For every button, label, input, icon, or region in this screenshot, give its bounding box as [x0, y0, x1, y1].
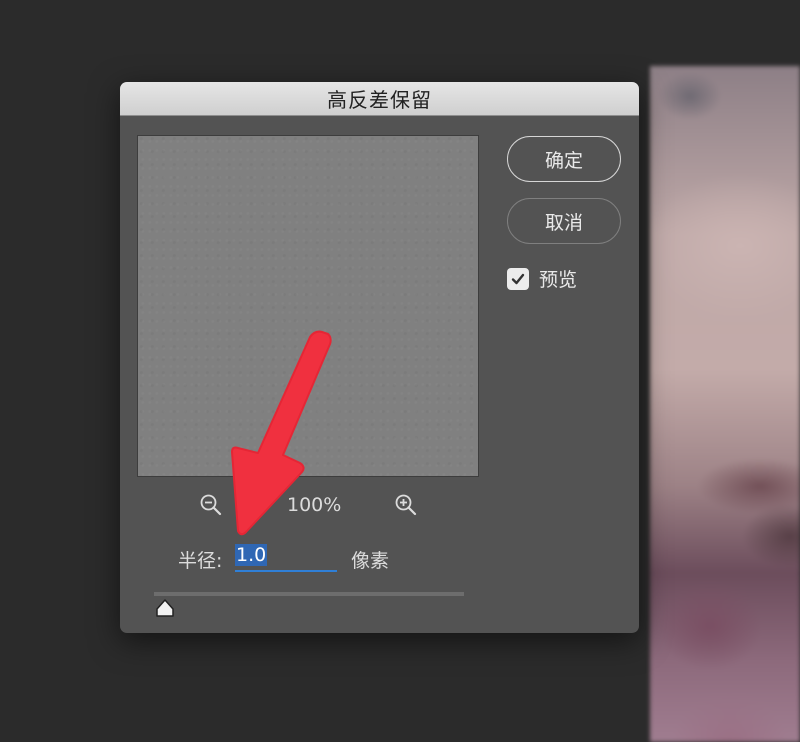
checkmark-icon: [511, 273, 525, 284]
radius-input[interactable]: 1.0: [235, 544, 337, 572]
radius-label: 半径:: [178, 550, 223, 572]
radius-value: 1.0: [235, 544, 268, 566]
zoom-out-icon[interactable]: [199, 493, 223, 517]
zoom-in-icon[interactable]: [394, 493, 418, 517]
radius-slider-thumb[interactable]: [154, 598, 176, 618]
preview-checkbox[interactable]: [507, 267, 529, 290]
high-pass-dialog: 高反差保留 100% 半径: 1.0 像素 确定 取消 预览: [120, 82, 639, 633]
radius-unit: 像素: [351, 550, 390, 572]
dialog-title: 高反差保留: [120, 82, 639, 116]
preview-label: 预览: [539, 269, 578, 291]
canvas-photo: [650, 66, 800, 742]
zoom-controls: 100%: [137, 490, 479, 520]
preview-toggle[interactable]: 预览: [507, 265, 577, 292]
zoom-level: 100%: [287, 494, 342, 516]
radius-slider-track[interactable]: [154, 592, 464, 596]
cancel-button[interactable]: 取消: [507, 198, 621, 244]
ok-button[interactable]: 确定: [507, 136, 621, 182]
filter-preview-pane[interactable]: [137, 135, 479, 477]
radius-row: 半径: 1.0 像素: [178, 542, 458, 576]
